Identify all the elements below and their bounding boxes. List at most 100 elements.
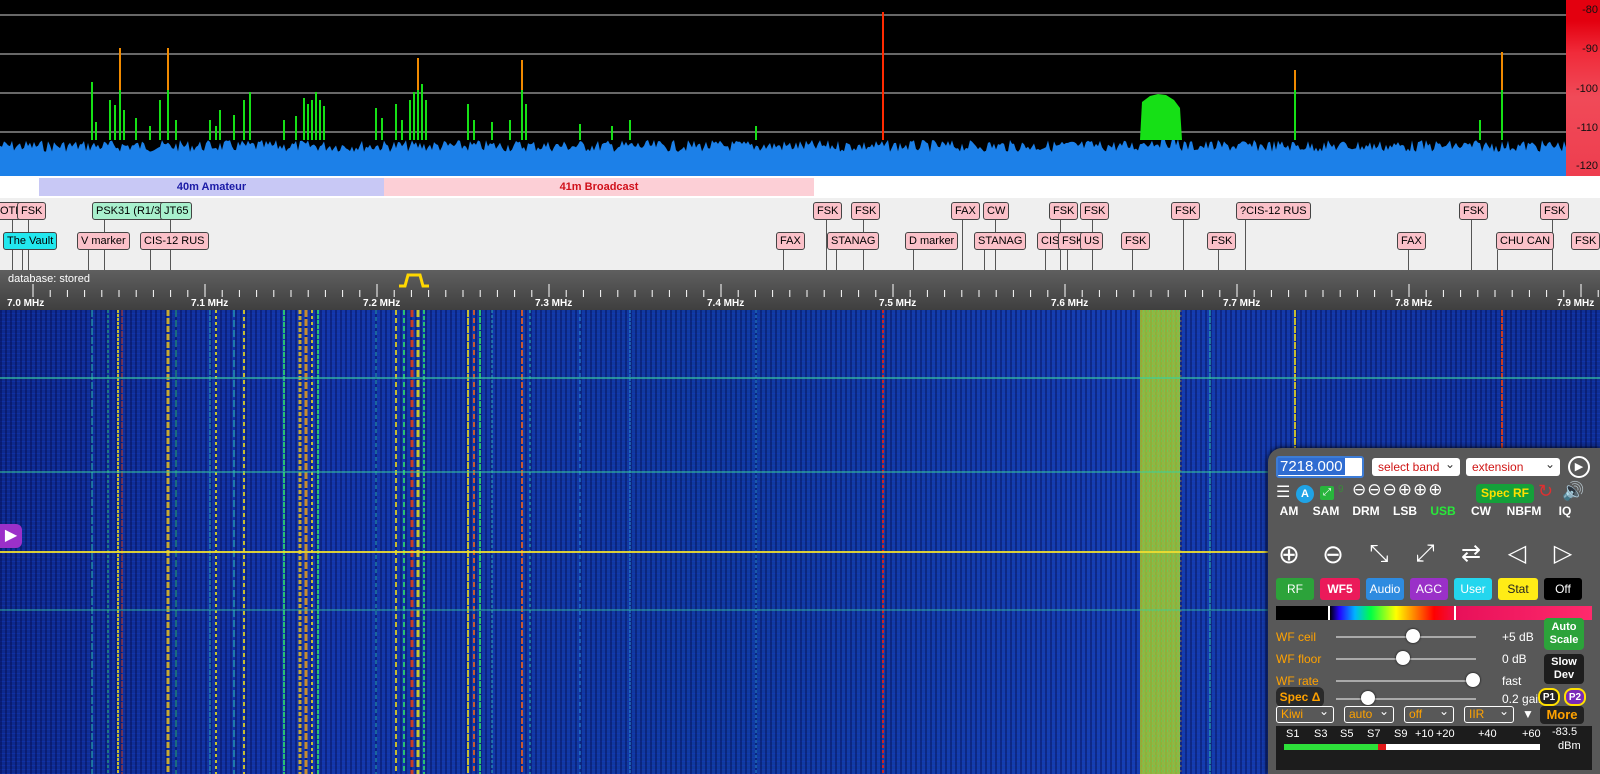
filter-select[interactable]: IIR [1464, 704, 1514, 723]
dx-label-fax[interactable]: FAX [951, 202, 980, 220]
frequency-scale[interactable]: database: stored 7.0 MHz 7.1 MHz 7.2 MHz… [0, 270, 1600, 310]
db-scale: -80 -90 -100 -110 -120 [1566, 0, 1600, 176]
smeter-value: -83.5 [1552, 726, 1578, 738]
dx-label-fsk[interactable]: FSK [1540, 202, 1570, 220]
frequency-input[interactable]: 7218.000 [1276, 456, 1364, 478]
spec-delta-slider[interactable] [1336, 691, 1476, 705]
band-select[interactable]: select band [1372, 455, 1460, 476]
tab-wf[interactable]: WF5 [1320, 578, 1360, 600]
band-41m-broadcast[interactable]: 41m Broadcast [384, 178, 814, 196]
play-icon[interactable]: ▶ [1568, 456, 1590, 478]
passband-marker-icon[interactable] [397, 272, 431, 288]
wf-rate-label: WF rate [1276, 674, 1319, 688]
dx-label-cw[interactable]: CW [983, 202, 1010, 220]
dx-label-fsk[interactable]: FSK [17, 202, 47, 220]
swap-icon[interactable]: ⇄ [1452, 536, 1490, 574]
mode-cw[interactable]: CW [1466, 500, 1496, 522]
dx-label-fax[interactable]: FAX [776, 232, 805, 250]
dx-label-psk31[interactable]: PSK31 (R1/3) [92, 202, 168, 220]
s-meter: S1 S3 S5 S7 S9 +10 +20 +40 +60 -83.5 dBm [1276, 726, 1592, 770]
dx-label-fax[interactable]: FAX [1397, 232, 1426, 250]
dx-label-chu-can[interactable]: CHU CAN [1496, 232, 1555, 250]
spec-delta-button[interactable]: Spec Δ [1276, 687, 1324, 707]
preset-p1-button[interactable]: P1 [1538, 688, 1560, 706]
tick-label: 7.9 MHz [1557, 298, 1595, 309]
dx-label-the-vault[interactable]: The Vault [3, 232, 58, 250]
mode-nbfm[interactable]: NBFM [1502, 500, 1546, 522]
wf-ceil-knob[interactable] [1406, 629, 1420, 643]
dx-label-stanag[interactable]: STANAG [827, 232, 880, 250]
kiwi-select[interactable]: Kiwi [1276, 704, 1334, 723]
side-panel-toggle[interactable]: ▶ [0, 524, 22, 548]
dx-label-fsk[interactable]: FSK [813, 202, 843, 220]
speaker-icon[interactable]: 🔊 [1562, 481, 1584, 502]
tick-label: 7.4 MHz [707, 298, 745, 309]
dx-label-fsk[interactable]: FSK [1459, 202, 1489, 220]
dx-label-fsk[interactable]: FSK [851, 202, 881, 220]
mode-lsb[interactable]: LSB [1388, 500, 1422, 522]
spectrum-display[interactable]: -80 -90 -100 -110 -120 [0, 0, 1600, 176]
mode-am[interactable]: AM [1274, 500, 1304, 522]
menu-icon[interactable]: ☰ [1276, 482, 1290, 502]
zoom-in-icon[interactable]: ⊕ [1270, 536, 1308, 574]
db-label: -80 [1582, 4, 1598, 16]
dx-label-us[interactable]: US [1080, 232, 1104, 250]
wf-floor-knob[interactable] [1396, 651, 1411, 665]
dx-label-fsk[interactable]: FSK [1571, 232, 1600, 250]
tick-label: 7.0 MHz [7, 298, 45, 309]
spec-delta-knob[interactable] [1361, 691, 1376, 705]
dx-label-fsk[interactable]: FSK [1207, 232, 1237, 250]
tab-rf[interactable]: RF [1276, 578, 1314, 600]
slow-dev-button[interactable]: Slow Dev [1544, 654, 1584, 684]
agc-select[interactable]: auto [1344, 704, 1394, 723]
ant-count: 9 [1338, 484, 1344, 495]
dx-label-jt65[interactable]: JT65 [160, 202, 193, 220]
mode-drm[interactable]: DRM [1348, 500, 1384, 522]
smeter-label: +10 [1415, 728, 1434, 740]
dx-label-fsk[interactable]: FSK [1049, 202, 1079, 220]
dx-label-fsk[interactable]: FSK [1171, 202, 1201, 220]
noise-select[interactable]: off [1404, 704, 1454, 723]
ant-icon[interactable]: ⤢ [1320, 486, 1334, 500]
zoom-step-icons[interactable]: ⊖⊖⊖⊕⊕⊕ [1352, 480, 1443, 500]
wf-ceil-slider[interactable] [1336, 629, 1476, 643]
tab-user[interactable]: User [1454, 578, 1492, 600]
extension-select[interactable]: extension [1466, 455, 1560, 476]
dropdown-icon[interactable]: ▼ [1522, 707, 1534, 721]
tab-stat[interactable]: Stat [1498, 578, 1538, 600]
preset-p2-button[interactable]: P2 [1564, 688, 1586, 706]
band-40m-amateur[interactable]: 40m Amateur [39, 178, 384, 196]
more-button[interactable]: More [1540, 706, 1584, 724]
mode-sam[interactable]: SAM [1308, 500, 1344, 522]
dx-label-v-marker[interactable]: V marker [77, 232, 130, 250]
dx-label-d-marker[interactable]: D marker [905, 232, 959, 250]
zoom-max-icon[interactable]: ⤢ [1406, 536, 1444, 574]
tab-off[interactable]: Off [1544, 578, 1582, 600]
mode-iq[interactable]: IQ [1552, 500, 1578, 522]
tab-audio[interactable]: Audio [1366, 578, 1404, 600]
smeter-unit: dBm [1558, 740, 1581, 752]
wf-rate-value: fast [1502, 674, 1522, 688]
tick-label: 7.5 MHz [879, 298, 917, 309]
spectrum-graph [0, 12, 1566, 176]
dx-label-cis12-rus[interactable]: CIS-12 RUS [140, 232, 209, 250]
dx-label-cis12-rus[interactable]: ?CIS-12 RUS [1236, 202, 1311, 220]
wf-floor-slider[interactable] [1336, 651, 1476, 665]
page-left-icon[interactable]: ◁ [1498, 536, 1536, 574]
auto-scale-button[interactable]: Auto Scale [1544, 618, 1584, 650]
wf-rate-slider[interactable] [1336, 673, 1481, 687]
zoom-out-icon[interactable]: ⊖ [1314, 536, 1352, 574]
sdr-receiver-app: -80 -90 -100 -110 -120 40m Amateur 41m B… [0, 0, 1600, 774]
dx-label-fsk[interactable]: FSK [1080, 202, 1110, 220]
page-right-icon[interactable]: ▷ [1544, 536, 1582, 574]
tick-label: 7.8 MHz [1395, 298, 1433, 309]
mode-usb[interactable]: USB [1426, 500, 1460, 522]
refresh-icon[interactable]: ↻ [1538, 481, 1553, 502]
tab-agc[interactable]: AGC [1410, 578, 1448, 600]
dx-label-fsk[interactable]: FSK [1121, 232, 1151, 250]
wf-ceil-value: +5 dB [1502, 630, 1534, 644]
wf-ceil-label: WF ceil [1276, 630, 1316, 644]
dx-label-stanag[interactable]: STANAG [974, 232, 1027, 250]
wf-rate-knob[interactable] [1466, 673, 1481, 687]
zoom-fit-icon[interactable]: ⤡ [1360, 536, 1398, 574]
